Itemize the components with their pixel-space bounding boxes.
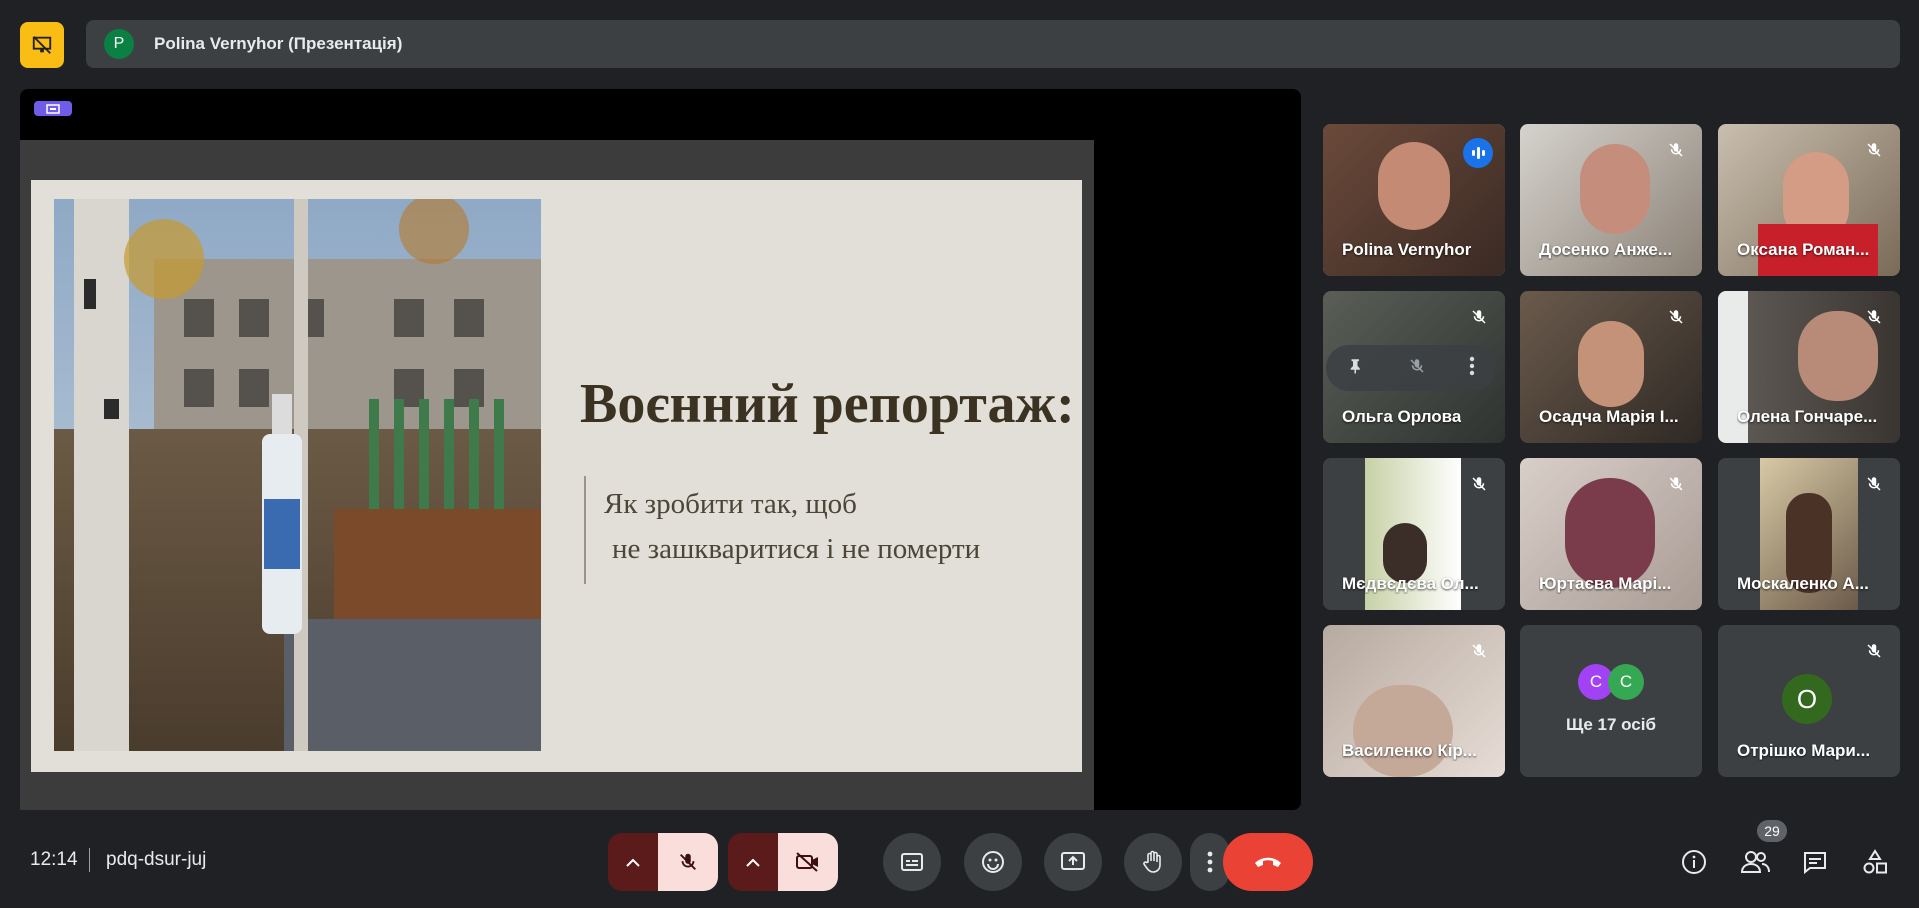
- end-call-icon: [1255, 857, 1281, 867]
- participant-tile[interactable]: Москаленко А...: [1718, 458, 1900, 610]
- participant-name: Polina Vernyhor: [1342, 240, 1472, 259]
- participant-tile[interactable]: Polina Vernyhor: [1323, 124, 1505, 276]
- mic-off-icon: [1467, 305, 1491, 329]
- participant-name: Ольга Орлова: [1342, 407, 1462, 426]
- participant-name: Отрішко Мари...: [1737, 741, 1871, 760]
- chat-icon: [1804, 852, 1826, 874]
- participant-tile[interactable]: Олена Гончаре...: [1718, 291, 1900, 443]
- meeting-details-button[interactable]: [1676, 844, 1712, 880]
- participant-tile[interactable]: Василенко Кір...: [1323, 625, 1505, 777]
- speaking-icon: [1463, 138, 1493, 168]
- more-vert-icon: [1207, 851, 1213, 873]
- raise-hand-button[interactable]: [1124, 833, 1182, 891]
- participant-name: Москаленко А...: [1737, 574, 1869, 593]
- participant-tile[interactable]: Досенко Анже...: [1520, 124, 1702, 276]
- mic-off-icon: [1467, 639, 1491, 663]
- mic-off-icon: [1664, 138, 1688, 162]
- camera-toggle-button[interactable]: [778, 833, 838, 891]
- slide-subtitle-line2: не зашкваритися і не померти: [612, 533, 981, 565]
- presentation-toggle-button[interactable]: [20, 22, 64, 68]
- participant-tile[interactable]: Юртаєва Марі...: [1520, 458, 1702, 610]
- info-icon: [1682, 850, 1706, 874]
- presenter-bar: P Polina Vernyhor (Презентація): [86, 20, 1900, 68]
- participant-name: Василенко Кір...: [1342, 741, 1477, 760]
- camera-off-icon: [796, 852, 818, 872]
- more-options-icon[interactable]: [1469, 356, 1475, 381]
- mic-off-icon: [1862, 639, 1886, 663]
- mic-off-icon: [1862, 305, 1886, 329]
- presentation-off-icon: [32, 36, 52, 54]
- meeting-code: pdq-dsur-juj: [106, 849, 207, 870]
- participant-tile[interactable]: Мєдвєдєва Ол...: [1323, 458, 1505, 610]
- slide-subtitle-line1: Як зробити так, щоб: [604, 488, 857, 520]
- participant-name: Олена Гончаре...: [1737, 407, 1878, 426]
- activities-icon: [1863, 849, 1887, 874]
- chevron-up-icon: [746, 858, 760, 867]
- meeting-time: 12:14: [30, 849, 78, 870]
- people-count-badge: 29: [1757, 820, 1787, 842]
- presenter-title: Polina Vernyhor (Презентація): [154, 34, 403, 53]
- presenter-avatar: P: [104, 29, 134, 59]
- emoji-icon: [982, 851, 1004, 873]
- participant-tile[interactable]: Осадча Марія І...: [1520, 291, 1702, 443]
- participant-name: Юртаєва Марі...: [1539, 574, 1672, 593]
- captions-button[interactable]: [883, 833, 941, 891]
- microphone-toggle-button[interactable]: [658, 833, 718, 891]
- participant-tile[interactable]: Оксана Роман...: [1718, 124, 1900, 276]
- hand-icon: [1143, 850, 1161, 873]
- participant-name: Досенко Анже...: [1539, 240, 1673, 259]
- present-icon: [46, 103, 60, 114]
- avatar: О: [1782, 674, 1832, 724]
- leave-call-button[interactable]: [1223, 833, 1313, 891]
- participant-name: Осадча Марія І...: [1539, 407, 1679, 426]
- mic-off-icon: [1664, 472, 1688, 496]
- reactions-button[interactable]: [964, 833, 1022, 891]
- mic-off-icon: [1862, 138, 1886, 162]
- tile-hover-controls: [1326, 345, 1496, 391]
- mic-off-icon: [1467, 472, 1491, 496]
- chevron-up-icon: [626, 858, 640, 867]
- mic-off-icon: [680, 853, 696, 870]
- more-participants-avatars: C C: [1578, 664, 1654, 702]
- slide-title: Воєнний репортаж:: [580, 373, 1075, 435]
- present-screen-icon: [1061, 852, 1085, 870]
- participant-name: Мєдвєдєва Ол...: [1342, 574, 1479, 593]
- people-icon: [1740, 851, 1770, 873]
- present-now-button[interactable]: [1044, 833, 1102, 891]
- presentation-indicator-chip: [34, 101, 72, 116]
- participant-name: Оксана Роман...: [1737, 240, 1870, 259]
- activities-button[interactable]: [1857, 844, 1893, 880]
- more-participants-label: Ще 17 осіб: [1566, 715, 1656, 734]
- mute-participant-icon[interactable]: [1408, 356, 1426, 381]
- slide-photo: [54, 199, 541, 751]
- people-button[interactable]: [1737, 844, 1773, 880]
- chat-button[interactable]: [1797, 844, 1833, 880]
- mic-off-icon: [1862, 472, 1886, 496]
- pin-icon[interactable]: [1347, 356, 1365, 381]
- slide-divider: [584, 476, 586, 584]
- captions-icon: [901, 853, 923, 871]
- video-options-button[interactable]: [728, 833, 778, 891]
- mic-off-icon: [1664, 305, 1688, 329]
- avatar: C: [1608, 664, 1644, 700]
- audio-options-button[interactable]: [608, 833, 658, 891]
- divider: [89, 848, 90, 872]
